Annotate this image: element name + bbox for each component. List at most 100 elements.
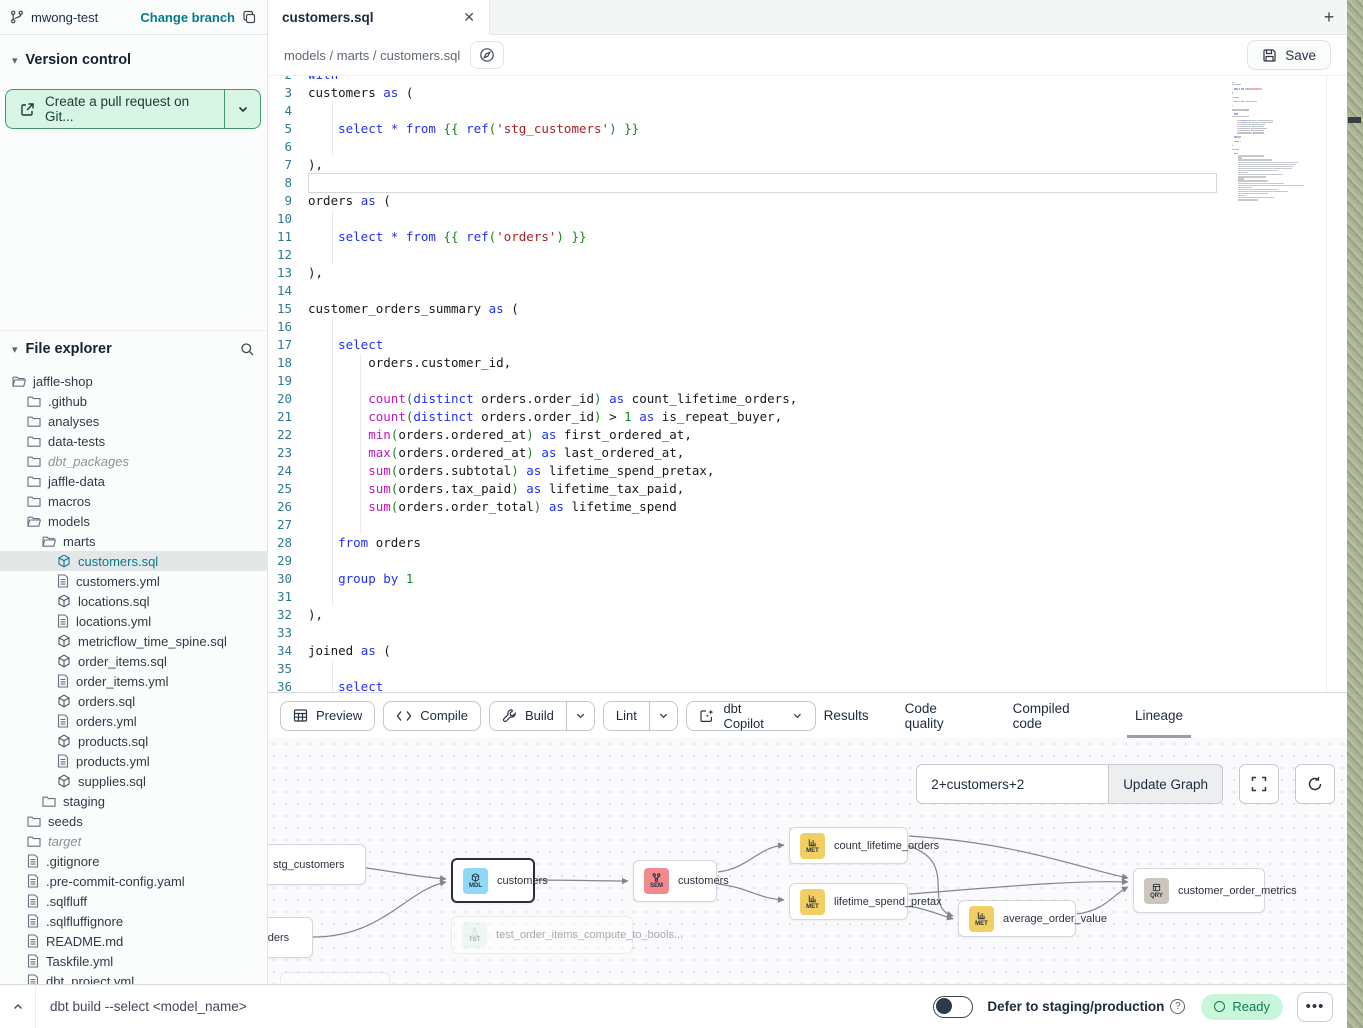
lineage-node-ghost_bottom[interactable] [280,972,390,984]
tab-code-quality[interactable]: Code quality [905,693,977,738]
code-line-25[interactable]: 25 sum(orders.tax_paid) as lifetime_tax_… [268,480,1217,498]
code-line-34[interactable]: 34joined as ( [268,642,1217,660]
change-branch-link[interactable]: Change branch [140,10,235,25]
tree-item-models[interactable]: models [0,511,267,531]
lineage-panel[interactable]: MDLstg_customersMDLordersMDLcustomersTST… [268,738,1347,984]
lineage-node-customers_sem[interactable]: SEMcustomers [633,860,717,902]
code-line-16[interactable]: 16 [268,318,1217,336]
lineage-node-count_lifetime_orders[interactable]: METcount_lifetime_orders [789,827,908,864]
code-line-14[interactable]: 14 [268,282,1217,300]
code-line-33[interactable]: 33 [268,624,1217,642]
lint-button[interactable]: Lint [604,702,649,730]
code-line-32[interactable]: 32), [268,606,1217,624]
code-line-11[interactable]: 11 select * from {{ ref('orders') }} [268,228,1217,246]
lineage-node-test_node[interactable]: TSTtest_order_items_compute_to_bools... [451,916,633,954]
code-line-17[interactable]: 17 select [268,336,1217,354]
version-control-header[interactable]: ▾ Version control [0,45,267,75]
close-icon[interactable]: ✕ [463,9,475,26]
tab-customers-sql[interactable]: customers.sql ✕ [268,0,490,35]
save-button[interactable]: Save [1247,40,1331,70]
code-line-35[interactable]: 35 [268,660,1217,678]
code-line-20[interactable]: 20 count(distinct orders.order_id) as co… [268,390,1217,408]
compile-button[interactable]: Compile [383,701,481,731]
tree-item-jaffle-shop[interactable]: jaffle-shop [0,371,267,391]
tree-item-order-items-sql[interactable]: order_items.sql [0,651,267,671]
lineage-node-average_order_value[interactable]: METaverage_order_value [958,900,1076,937]
code-line-27[interactable]: 27 [268,516,1217,534]
tree-item--github[interactable]: .github [0,391,267,411]
code-line-23[interactable]: 23 max(orders.ordered_at) as last_ordere… [268,444,1217,462]
chevron-up-icon[interactable] [0,985,36,1028]
command-input[interactable]: dbt build --select <model_name> [50,999,933,1014]
refresh-icon[interactable] [1295,764,1335,804]
tree-item-customers-yml[interactable]: customers.yml [0,571,267,591]
build-button[interactable]: Build [490,702,566,730]
tree-item--sqlfluffignore[interactable]: .sqlfluffignore [0,911,267,931]
tree-item-data-tests[interactable]: data-tests [0,431,267,451]
code-line-28[interactable]: 28 from orders [268,534,1217,552]
code-line-10[interactable]: 10 [268,210,1217,228]
tree-item-orders-sql[interactable]: orders.sql [0,691,267,711]
compass-icon[interactable] [470,41,504,69]
lineage-node-customers_mdl[interactable]: MDLcustomers [451,858,535,903]
code-line-21[interactable]: 21 count(distinct orders.order_id) > 1 a… [268,408,1217,426]
code-line-36[interactable]: 36 select [268,678,1217,692]
chevron-down-icon[interactable]: ▾ [12,343,18,356]
tree-item-staging[interactable]: staging [0,791,267,811]
tree-item-metricflow-time-spine-sql[interactable]: metricflow_time_spine.sql [0,631,267,651]
lint-dropdown[interactable] [649,702,678,730]
tree-item-jaffle-data[interactable]: jaffle-data [0,471,267,491]
code-line-19[interactable]: 19 [268,372,1217,390]
editor-minimap[interactable] [1232,82,1320,201]
lineage-node-customer_order_metrics[interactable]: QRYcustomer_order_metrics [1133,868,1265,913]
copy-icon[interactable] [242,10,257,25]
tree-item-products-sql[interactable]: products.sql [0,731,267,751]
tree-item--pre-commit-config-yaml[interactable]: .pre-commit-config.yaml [0,871,267,891]
tree-item--gitignore[interactable]: .gitignore [0,851,267,871]
tree-item-dbt-packages[interactable]: dbt_packages [0,451,267,471]
code-line-26[interactable]: 26 sum(orders.order_total) as lifetime_s… [268,498,1217,516]
tree-item--sqlfluff[interactable]: .sqlfluff [0,891,267,911]
tree-item-supplies-sql[interactable]: supplies.sql [0,771,267,791]
code-line-31[interactable]: 31 [268,588,1217,606]
tree-item-marts[interactable]: marts [0,531,267,551]
lineage-node-stg_customers[interactable]: MDLstg_customers [268,844,366,885]
code-line-5[interactable]: 5 select * from {{ ref('stg_customers') … [268,120,1217,138]
tree-item-locations-yml[interactable]: locations.yml [0,611,267,631]
tree-item-target[interactable]: target [0,831,267,851]
code-line-15[interactable]: 15customer_orders_summary as ( [268,300,1217,318]
code-line-12[interactable]: 12 [268,246,1217,264]
fullscreen-icon[interactable] [1239,764,1279,804]
tree-item-order-items-yml[interactable]: order_items.yml [0,671,267,691]
build-dropdown[interactable] [566,702,594,730]
dbt-copilot-button[interactable]: dbt Copilot [686,701,815,731]
code-line-6[interactable]: 6 [268,138,1217,156]
create-pr-dropdown[interactable] [224,90,260,128]
code-line-7[interactable]: 7), [268,156,1217,174]
tab-compiled-code[interactable]: Compiled code [1013,693,1099,738]
tree-item-macros[interactable]: macros [0,491,267,511]
tab-results[interactable]: Results [824,693,869,738]
new-tab-button[interactable]: + [1311,0,1347,34]
tree-item-locations-sql[interactable]: locations.sql [0,591,267,611]
search-icon[interactable] [240,342,255,357]
tab-lineage[interactable]: Lineage [1135,693,1183,738]
code-line-8[interactable]: 8 [268,174,1217,192]
help-icon[interactable]: ? [1170,999,1185,1014]
update-graph-button[interactable]: Update Graph [1108,764,1223,804]
code-line-9[interactable]: 9orders as ( [268,192,1217,210]
code-line-13[interactable]: 13), [268,264,1217,282]
code-line-2[interactable]: 2with [268,76,1217,84]
tree-item-products-yml[interactable]: products.yml [0,751,267,771]
defer-toggle[interactable] [933,996,973,1018]
tree-item-analyses[interactable]: analyses [0,411,267,431]
code-editor[interactable]: 2with3customers as (45 select * from {{ … [268,76,1347,692]
code-line-4[interactable]: 4 [268,102,1217,120]
create-pr-button[interactable]: Create a pull request on Git... [5,89,261,129]
tree-item-orders-yml[interactable]: orders.yml [0,711,267,731]
editor-scrollbar-thumb[interactable] [1348,117,1361,123]
tree-item-readme-md[interactable]: README.md [0,931,267,951]
lineage-selector-input[interactable] [916,764,1108,804]
code-line-18[interactable]: 18 orders.customer_id, [268,354,1217,372]
tree-item-customers-sql[interactable]: customers.sql [0,551,267,571]
